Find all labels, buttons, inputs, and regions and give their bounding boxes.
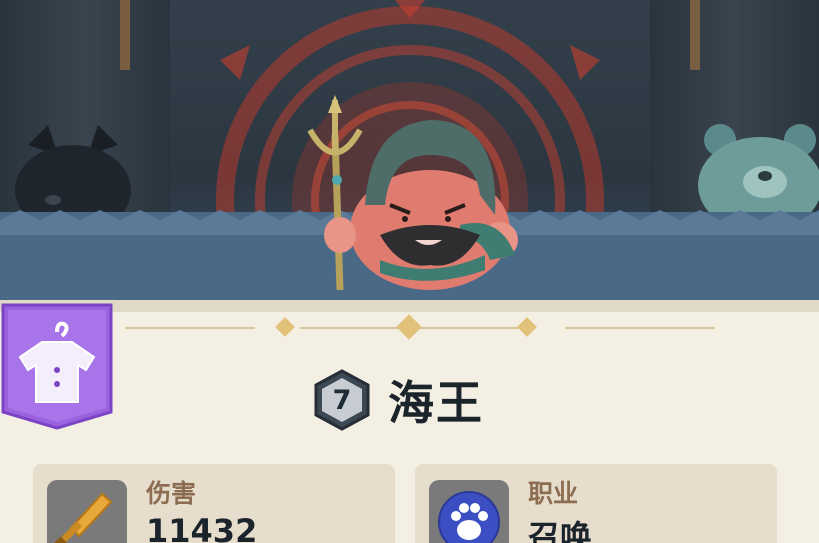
skin-button[interactable]	[0, 302, 114, 430]
shirt-icon	[1, 303, 113, 430]
ornament-line	[125, 327, 255, 329]
sword-icon	[53, 492, 113, 543]
panel-top-edge	[0, 300, 819, 312]
hero-name: 海王	[388, 376, 484, 430]
stat-value: 11432	[146, 512, 258, 543]
stat-label: 职业	[528, 479, 579, 508]
game-scene: 7 海王 伤害 11432 职业 召唤	[0, 0, 819, 543]
wall-ornament	[120, 0, 130, 70]
hero-character-sea-king	[307, 95, 518, 291]
hero-level: 7	[332, 384, 352, 416]
stat-card-damage: 伤害 11432	[33, 464, 395, 543]
wall-ornament	[690, 0, 700, 70]
stat-value: 召唤	[528, 518, 593, 543]
level-badge: 7	[312, 369, 372, 431]
ornament-line	[565, 327, 715, 329]
hero-stage	[0, 0, 819, 312]
paw-icon	[438, 491, 500, 543]
sword-icon-box	[47, 480, 127, 543]
stat-label: 伤害	[146, 479, 197, 508]
hero-title-row: 7 海王	[312, 368, 484, 432]
paw-icon-box	[429, 480, 509, 543]
stat-card-class: 职业 召唤	[415, 464, 777, 543]
